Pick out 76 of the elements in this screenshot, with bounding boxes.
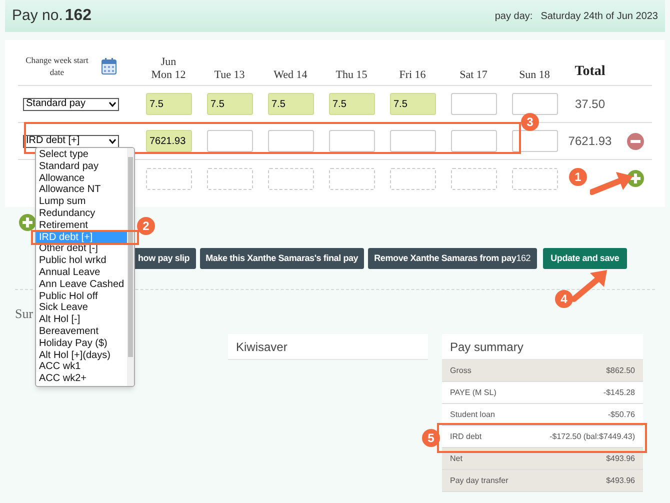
calendar-icon[interactable] — [101, 56, 117, 74]
dropdown-option[interactable]: Annual Leave — [36, 266, 128, 279]
dropdown-option[interactable]: Select type — [36, 149, 128, 161]
hours-input[interactable] — [512, 93, 558, 115]
hours-input[interactable] — [206, 168, 252, 190]
type-dropdown[interactable]: Standard pay — [23, 98, 119, 110]
dropdown-option[interactable]: Holiday Pay ($) — [36, 338, 128, 350]
add-icon[interactable] — [19, 214, 36, 231]
dropdown-option[interactable]: Bereavement — [36, 326, 128, 338]
section-heading: Sur — [15, 305, 34, 323]
summary-row: Pay day transfer $493.96 — [442, 470, 643, 492]
dropdown-option[interactable]: Public Hol off — [36, 290, 128, 302]
day-header: Sat 17 — [460, 69, 488, 82]
total-header: Total — [574, 63, 606, 81]
dropdown-option[interactable]: Allowance NT — [36, 184, 128, 196]
step-number: 2 — [137, 217, 155, 235]
pay-number: 162 — [64, 6, 92, 26]
day-header: Thu 15 — [336, 69, 368, 82]
hours-input[interactable] — [450, 130, 496, 152]
dropdown-option[interactable]: Sick Leave — [36, 302, 128, 314]
hours-input[interactable] — [512, 168, 558, 190]
scrollbar[interactable] — [127, 148, 134, 386]
arrow-icon — [570, 269, 608, 303]
dropdown-option[interactable]: Alt Hol [-] — [36, 314, 128, 326]
caret-icon — [109, 138, 116, 144]
day-header: Fri 16 — [399, 69, 426, 82]
summary-row: Net $493.96 — [442, 448, 643, 470]
action-button[interactable]: Make this Xanthe Samaras's final pay — [200, 248, 364, 269]
dropdown-option[interactable]: Redundancy — [36, 208, 128, 220]
page-title: Pay no. — [12, 6, 63, 26]
hours-input[interactable]: 7.5 — [146, 93, 192, 115]
pay-day-label: pay day: — [494, 10, 533, 24]
pay-day-date: Saturday 24th of Jun 2023 — [540, 10, 658, 24]
hours-input[interactable] — [268, 130, 314, 152]
hours-input[interactable] — [206, 130, 252, 152]
hours-input[interactable] — [450, 93, 496, 115]
hours-input[interactable] — [512, 130, 558, 152]
arrow-icon — [590, 170, 634, 196]
dropdown-option[interactable]: Alt Hol [+](days) — [36, 350, 128, 362]
hours-input[interactable] — [390, 130, 436, 152]
row-total: 7621.93 — [568, 133, 612, 150]
hours-input[interactable] — [390, 168, 436, 190]
day-header: Wed 14 — [274, 69, 308, 82]
action-button[interactable]: Update and save — [542, 248, 628, 269]
dropdown-option[interactable]: ACC wk1 — [36, 361, 128, 374]
hours-input[interactable]: 7621.93 — [146, 130, 192, 152]
summary-row: Gross $862.50 — [442, 360, 643, 382]
hours-input[interactable]: 7.5 — [268, 93, 314, 115]
step-number: 4 — [555, 290, 573, 308]
row-total: 37.50 — [574, 96, 606, 113]
month-label: Jun — [160, 56, 176, 69]
hours-input[interactable] — [268, 168, 314, 190]
hours-input[interactable]: 7.5 — [206, 93, 252, 115]
day-header: Tue 13 — [214, 69, 245, 82]
dropdown-option[interactable]: Lump sum — [36, 196, 128, 208]
change-week-label: Change week start date — [24, 54, 90, 78]
dropdown-option[interactable]: Standard pay — [36, 160, 128, 173]
hours-input[interactable]: 7.5 — [390, 93, 436, 115]
panel-title: Kiwisaver — [236, 338, 288, 356]
day-header: Mon 12 — [151, 69, 186, 82]
hours-input[interactable] — [146, 168, 192, 190]
day-header: Sun 18 — [519, 69, 550, 82]
action-button[interactable]: Remove Xanthe Samaras from pay162 — [368, 248, 537, 269]
dropdown-option[interactable]: Allowance — [36, 172, 128, 184]
hours-input[interactable] — [450, 168, 496, 190]
dropdown-option[interactable]: ACC wk2+ — [36, 373, 128, 385]
step-number: 5 — [422, 429, 440, 447]
dropdown-option[interactable]: Retirement — [36, 220, 128, 232]
type-dropdown[interactable]: IRD debt [+] — [23, 134, 119, 148]
dropdown-option[interactable]: Ann Leave Cashed — [36, 278, 128, 291]
caret-icon — [109, 102, 116, 106]
panel-title: Pay summary — [450, 338, 524, 356]
remove-icon[interactable] — [626, 132, 644, 150]
hours-input[interactable] — [328, 130, 374, 152]
hours-input[interactable] — [328, 168, 374, 190]
hours-input[interactable]: 7.5 — [328, 93, 374, 115]
